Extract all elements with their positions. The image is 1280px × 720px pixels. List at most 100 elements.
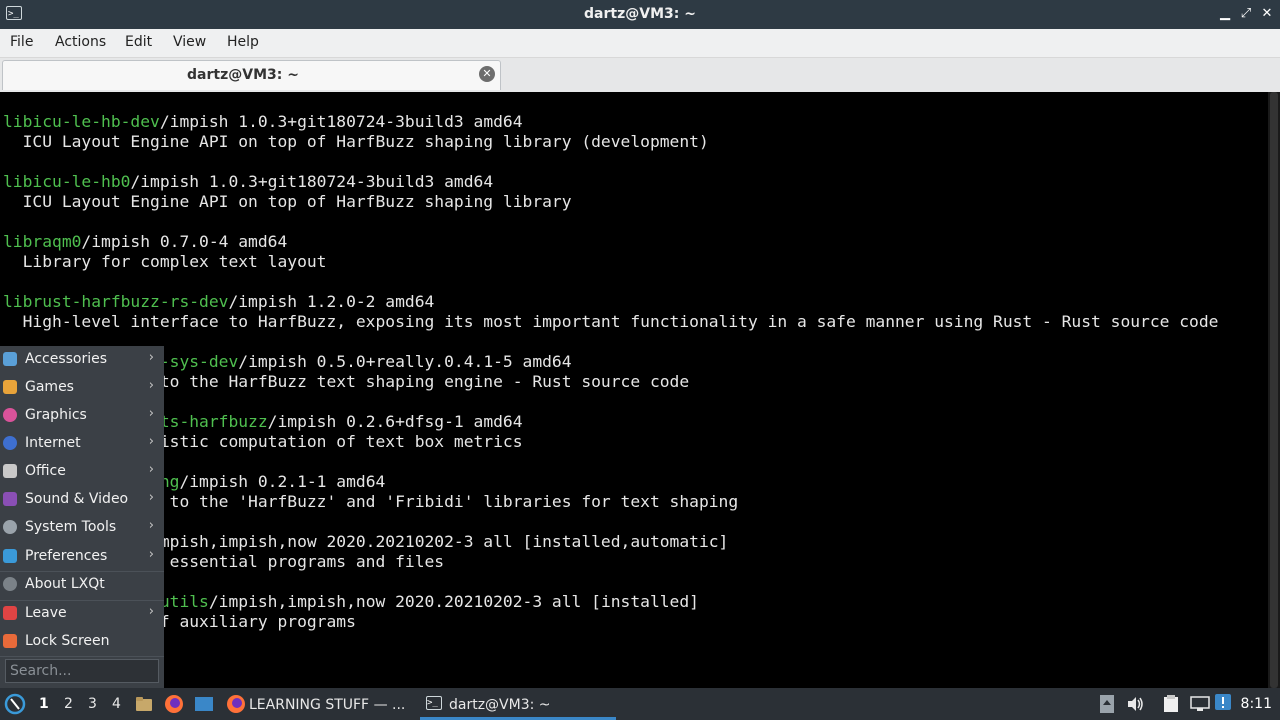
desktop-4[interactable]: 4 xyxy=(112,696,121,712)
menu-separator xyxy=(0,600,164,601)
task-label: dartz@VM3: ~ xyxy=(449,697,551,713)
close-window-button[interactable]: ✕ xyxy=(1258,5,1276,23)
start-menu-item-label: Graphics xyxy=(25,407,87,423)
volume-icon xyxy=(1128,697,1143,711)
menu-search-input[interactable] xyxy=(6,660,158,682)
terminal-line: libicu-le-hb0/impish 1.0.3+git180724-3bu… xyxy=(3,172,1218,192)
about-icon xyxy=(3,577,17,591)
taskbar: 1 2 3 4 LEARNING STUFF — ... >_ dartz@VM… xyxy=(0,688,1280,720)
menubar: File Actions Edit View Help xyxy=(0,29,1280,58)
line-text: /impish 0.5.0+really.0.4.1-5 amd64 xyxy=(238,352,572,371)
start-menu-item-office[interactable]: Office › xyxy=(0,458,164,486)
start-menu-item-preferences[interactable]: Preferences › xyxy=(0,543,164,571)
scrollbar-thumb[interactable] xyxy=(1270,92,1278,688)
tray-notification[interactable] xyxy=(1215,688,1235,720)
terminal-line: Rust bindings to the HarfBuzz text shapi… xyxy=(3,372,1218,392)
clock[interactable]: 8:11 xyxy=(1241,696,1272,712)
menu-edit[interactable]: Edit xyxy=(125,34,152,50)
main-menu-button[interactable] xyxy=(4,688,28,720)
start-menu-item-label: Games xyxy=(25,379,74,395)
desktop-3[interactable]: 3 xyxy=(88,696,97,712)
notification-icon xyxy=(1215,694,1231,710)
tray-network[interactable] xyxy=(1190,688,1212,720)
desktop-2[interactable]: 2 xyxy=(64,696,73,712)
start-menu-item-label: Accessories xyxy=(25,351,108,367)
start-menu-item-label: Internet xyxy=(25,435,81,451)
tray-volume[interactable] xyxy=(1126,688,1146,720)
system-tools-icon xyxy=(3,520,17,534)
leave-icon xyxy=(3,606,17,620)
terminal-line: GNU R deterministic computation of text … xyxy=(3,432,1218,452)
start-menu-item-label: Lock Screen xyxy=(25,633,110,649)
line-text: /impish 0.2.6+dfsg-1 amd64 xyxy=(267,412,523,431)
start-menu-item-games[interactable]: Games › xyxy=(0,374,164,402)
office-icon xyxy=(3,464,17,478)
line-text: /impish 0.7.0-4 amd64 xyxy=(81,232,288,251)
chevron-right-icon: › xyxy=(148,378,154,393)
start-menu-item-about-lxqt[interactable]: About LXQt xyxy=(0,571,164,599)
start-menu-item-lock-screen[interactable]: Lock Screen xyxy=(0,628,164,656)
firefox-launcher[interactable] xyxy=(164,688,186,720)
menu-separator xyxy=(0,656,164,657)
start-menu-item-sound-video[interactable]: Sound & Video › xyxy=(0,486,164,514)
chevron-right-icon: › xyxy=(148,518,154,533)
file-manager-launcher[interactable] xyxy=(135,688,155,720)
line-text: /impish,impish,now 2020.20210202-3 all [… xyxy=(140,532,729,551)
terminal-line: libraqm0/impish 0.7.0-4 amd64 xyxy=(3,232,1218,252)
tray-clipboard[interactable] xyxy=(1162,688,1184,720)
firefox-icon xyxy=(227,695,245,713)
terminal-output[interactable]: libicu-le-hb-dev/impish 1.0.3+git180724-… xyxy=(0,92,1280,688)
package-name: libraqm0 xyxy=(3,232,82,251)
chevron-right-icon: › xyxy=(148,604,154,619)
tray-updates-icon[interactable] xyxy=(1098,688,1116,720)
preferences-icon xyxy=(3,549,17,563)
terminal-text: libicu-le-hb-dev/impish 1.0.3+git180724-… xyxy=(3,112,1218,632)
terminal-line: Minimal set of essential programs and fi… xyxy=(3,552,1218,572)
terminal-line: ICU Layout Engine API on top of HarfBuzz… xyxy=(3,192,1218,212)
start-menu-item-label: About LXQt xyxy=(25,576,105,592)
menu-view[interactable]: View xyxy=(173,34,206,50)
start-menu-item-label: System Tools xyxy=(25,519,117,535)
task-firefox-window[interactable]: LEARNING STUFF — ... xyxy=(224,690,414,720)
menu-help[interactable]: Help xyxy=(227,34,259,50)
package-name: librust-harfbuzz-rs-dev xyxy=(3,292,229,311)
terminal-scrollbar[interactable] xyxy=(1268,92,1280,688)
terminal-line: ubuntu-minimal/impish,impish,now 2020.20… xyxy=(3,532,1218,552)
chevron-right-icon: › xyxy=(148,350,154,365)
start-menu-item-accessories[interactable]: Accessories › xyxy=(0,346,164,374)
start-menu-item-internet[interactable]: Internet › xyxy=(0,430,164,458)
chevron-right-icon: › xyxy=(148,462,154,477)
task-terminal-window[interactable]: >_ dartz@VM3: ~ xyxy=(420,690,616,720)
tab-close-icon[interactable]: ✕ xyxy=(479,66,495,82)
menu-actions[interactable]: Actions xyxy=(55,34,106,50)
terminal-line: Library for complex text layout xyxy=(3,252,1218,272)
line-text: Library for complex text layout xyxy=(3,252,327,271)
menu-file[interactable]: File xyxy=(10,34,33,50)
start-menu-item-graphics[interactable]: Graphics › xyxy=(0,402,164,430)
start-menu-item-leave[interactable]: Leave › xyxy=(0,600,164,628)
line-text: /impish 1.2.0-2 amd64 xyxy=(228,292,435,311)
desktop-1[interactable]: 1 xyxy=(39,696,49,712)
terminal-line: r-cran-textshaping/impish 0.2.1-1 amd64 xyxy=(3,472,1218,492)
start-menu-item-system-tools[interactable]: System Tools › xyxy=(0,514,164,542)
terminal-line: High-level interface to HarfBuzz, exposi… xyxy=(3,312,1219,332)
minimize-button[interactable]: ▁ xyxy=(1216,5,1234,23)
chevron-right-icon: › xyxy=(148,406,154,421)
tab-title: dartz@VM3: ~ xyxy=(187,67,299,83)
window-titlebar[interactable]: >_ dartz@VM3: ~ ▁ ⤢ ✕ xyxy=(0,0,1280,29)
updates-icon xyxy=(1100,695,1114,713)
sound-video-icon xyxy=(3,492,17,506)
line-text: /impish 1.0.3+git180724-3build3 amd64 xyxy=(130,172,494,191)
maximize-button[interactable]: ⤢ xyxy=(1237,5,1255,23)
show-desktop-button[interactable] xyxy=(194,688,216,720)
chevron-right-icon: › xyxy=(148,490,154,505)
chevron-right-icon: › xyxy=(148,547,154,562)
firefox-icon xyxy=(165,695,183,713)
menu-search-box[interactable] xyxy=(5,659,159,683)
tab-terminal[interactable]: dartz@VM3: ~ ✕ xyxy=(2,60,501,90)
